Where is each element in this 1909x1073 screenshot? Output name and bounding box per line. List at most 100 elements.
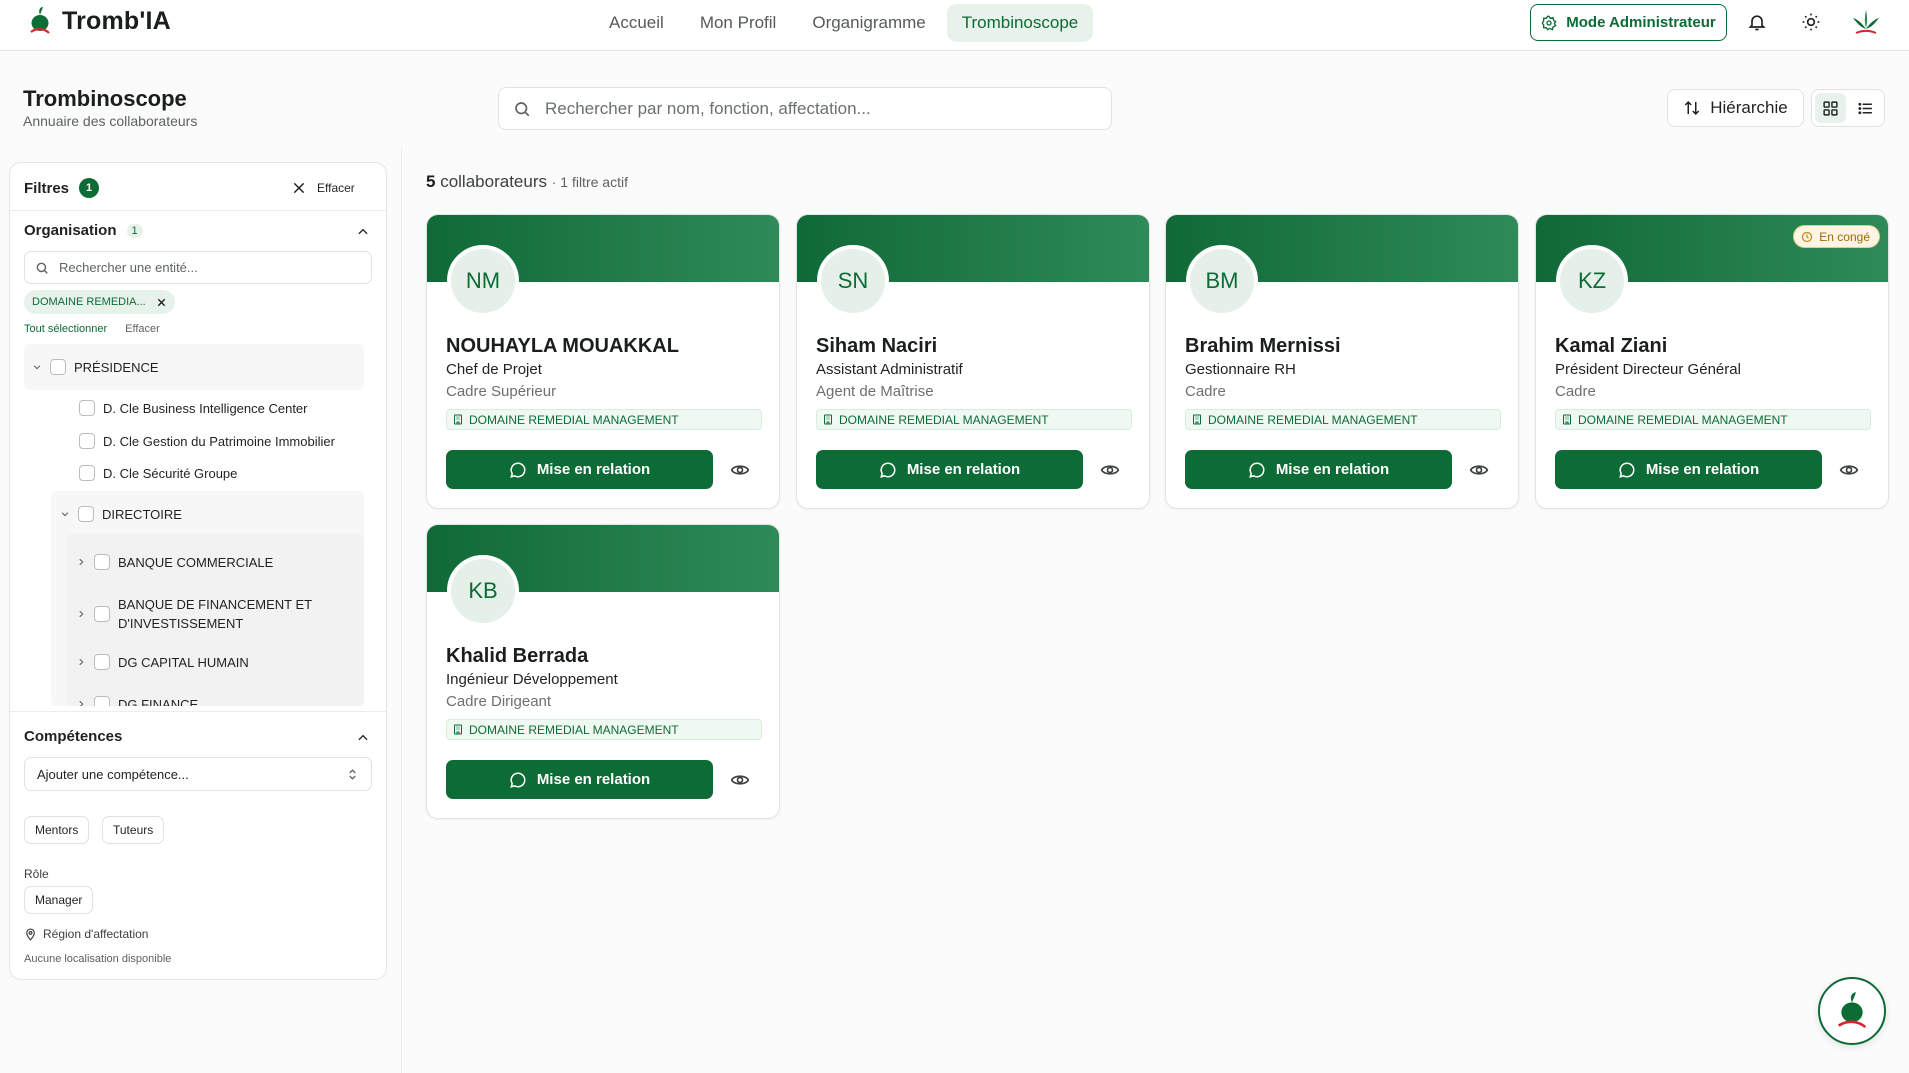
manager-filter-button[interactable]: Manager (24, 886, 94, 914)
tree-node-label: PRÉSIDENCE (74, 359, 159, 375)
tree-node-label: DG FINANCE (118, 696, 199, 707)
tree-node-dg-capital-humain[interactable]: DG CAPITAL HUMAIN (76, 654, 249, 670)
tree-node-child[interactable]: D. Cle Gestion du Patrimoine Immobilier (79, 433, 335, 449)
nav-accueil[interactable]: Accueil (594, 4, 679, 42)
leave-status-badge: En congé (1793, 225, 1880, 248)
list-icon (1858, 102, 1872, 114)
content-divider (401, 147, 402, 1073)
divider (10, 711, 386, 712)
chevron-right-icon (79, 610, 84, 618)
competences-section-header[interactable]: Compétences (24, 728, 122, 745)
nav-organigramme[interactable]: Organigramme (797, 4, 940, 42)
collaborator-name: Siham Naciri (816, 335, 938, 357)
domain-chip: DOMAINE REMEDIAL MANAGEMENT (1185, 409, 1501, 430)
results-count-label: collaborateurs (440, 172, 547, 191)
tree-node-banque-commerciale[interactable]: BANQUE COMMERCIALE (76, 554, 273, 570)
brand[interactable]: Tromb'IA (28, 6, 171, 36)
competence-select[interactable]: Ajouter une compétence... (24, 757, 372, 791)
hierarchy-sort-button[interactable]: Hiérarchie (1667, 89, 1804, 127)
contact-button[interactable]: Mise en relation (1555, 450, 1822, 489)
chevron-up-icon[interactable] (356, 225, 370, 239)
tree-node-child[interactable]: D. Cle Business Intelligence Center (79, 400, 308, 416)
eye-icon[interactable] (730, 460, 750, 480)
contact-button[interactable]: Mise en relation (446, 760, 713, 799)
tuteurs-filter-button[interactable]: Tuteurs (102, 816, 165, 844)
collaborator-grade: Cadre (1555, 383, 1596, 400)
grid-view-button[interactable] (1815, 93, 1846, 123)
contact-button[interactable]: Mise en relation (1185, 450, 1452, 489)
chevron-up-icon[interactable] (356, 731, 370, 745)
list-view-button[interactable] (1850, 93, 1881, 123)
remove-chip-icon[interactable] (156, 297, 167, 308)
user-avatar-logo-icon[interactable] (1851, 7, 1881, 37)
checkbox[interactable] (94, 554, 110, 570)
clear-filters-button[interactable]: Effacer (291, 180, 355, 196)
tree-node-dg-finance[interactable]: DG FINANCE (76, 696, 198, 706)
contact-button[interactable]: Mise en relation (816, 450, 1083, 489)
eye-icon[interactable] (730, 770, 750, 790)
competence-select-placeholder: Ajouter une compétence... (37, 766, 189, 782)
collaborator-function: Chef de Projet (446, 361, 542, 378)
tree-node-presidence[interactable]: PRÉSIDENCE (32, 359, 159, 375)
search-input[interactable] (545, 98, 1085, 119)
building-icon (1193, 414, 1201, 425)
collaborator-name: Khalid Berrada (446, 645, 589, 667)
tree-node-label: D. Cle Sécurité Groupe (103, 465, 238, 481)
chat-bubble-icon (1618, 461, 1635, 478)
chat-bubble-icon (509, 461, 526, 478)
chevron-down-icon (61, 512, 69, 517)
checkbox[interactable] (94, 654, 110, 670)
checkbox[interactable] (79, 400, 95, 416)
checkbox[interactable] (78, 506, 94, 522)
assistant-fab-button[interactable] (1818, 977, 1886, 1045)
collaborator-grade: Agent de Maîtrise (816, 383, 934, 400)
top-navbar: Tromb'IA Accueil Mon Profil Organigramme… (0, 0, 1909, 51)
eye-icon[interactable] (1100, 460, 1120, 480)
organisation-count-badge: 1 (126, 223, 143, 238)
organisation-section-header[interactable]: Organisation 1 (24, 222, 143, 239)
building-icon (454, 724, 462, 735)
sun-icon[interactable] (1799, 10, 1823, 34)
admin-mode-button[interactable]: Mode Administrateur (1530, 4, 1727, 41)
collaborator-card[interactable]: En congé KZ Kamal Ziani Président Direct… (1535, 214, 1889, 509)
collaborator-function: Ingénieur Développement (446, 671, 618, 688)
search-icon (515, 101, 530, 116)
eye-icon[interactable] (1839, 460, 1859, 480)
search-bar[interactable] (498, 87, 1112, 130)
checkbox[interactable] (50, 359, 66, 375)
tree-node-bfi[interactable]: BANQUE DE FINANCEMENT ET D'INVESTISSEMEN… (76, 595, 328, 633)
tree-node-label: D. Cle Business Intelligence Center (103, 400, 308, 416)
region-label: Région d'affectation (43, 927, 149, 941)
building-icon (454, 414, 462, 425)
contact-button[interactable]: Mise en relation (446, 450, 713, 489)
collaborator-card[interactable]: KB Khalid Berrada Ingénieur Développemen… (426, 524, 780, 819)
leave-status-label: En congé (1819, 229, 1870, 244)
checkbox[interactable] (94, 696, 110, 706)
admin-mode-label: Mode Administrateur (1566, 14, 1716, 31)
settings-icon (1541, 15, 1557, 31)
entity-search-input[interactable] (59, 260, 359, 275)
page-title: Trombinoscope (23, 86, 187, 111)
active-filter-info: · 1 filtre actif (551, 174, 628, 190)
domain-label: DOMAINE REMEDIAL MANAGEMENT (839, 412, 1049, 427)
nav-trombinoscope[interactable]: Trombinoscope (946, 4, 1094, 42)
bell-icon[interactable] (1745, 10, 1769, 34)
collaborator-card[interactable]: BM Brahim Mernissi Gestionnaire RH Cadre… (1165, 214, 1519, 509)
tree-node-directoire[interactable]: DIRECTOIRE (60, 506, 182, 522)
domain-label: DOMAINE REMEDIAL MANAGEMENT (1578, 412, 1788, 427)
mentors-filter-button[interactable]: Mentors (24, 816, 90, 844)
checkbox[interactable] (94, 606, 110, 622)
clear-selection-link[interactable]: Effacer (125, 323, 160, 335)
eye-icon[interactable] (1469, 460, 1489, 480)
tree-node-child[interactable]: D. Cle Sécurité Groupe (79, 465, 237, 481)
nav-mon-profil[interactable]: Mon Profil (685, 4, 792, 42)
checkbox[interactable] (79, 433, 95, 449)
collaborator-name: Brahim Mernissi (1185, 335, 1341, 357)
collaborator-card[interactable]: NM NOUHAYLA MOUAKKAL Chef de Projet Cadr… (426, 214, 780, 509)
collaborator-name: NOUHAYLA MOUAKKAL (446, 335, 679, 357)
close-icon (293, 182, 305, 194)
select-all-link[interactable]: Tout sélectionner (24, 323, 107, 335)
entity-search-field[interactable] (24, 251, 372, 284)
checkbox[interactable] (79, 465, 95, 481)
collaborator-card[interactable]: SN Siham Naciri Assistant Administratif … (796, 214, 1150, 509)
